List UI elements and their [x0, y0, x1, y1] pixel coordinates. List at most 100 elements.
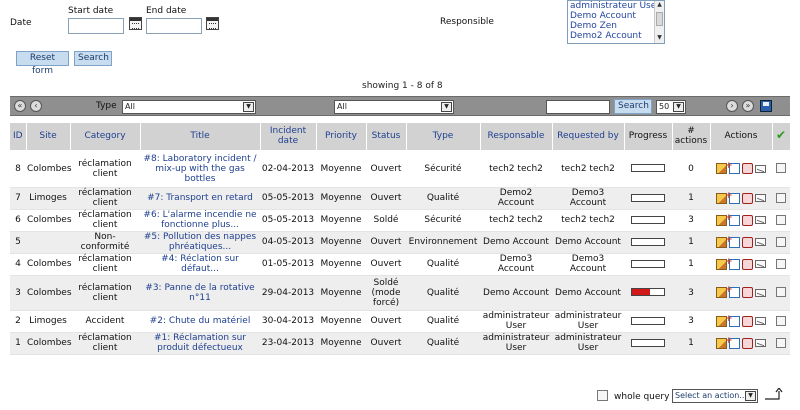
add-action-icon[interactable] [725, 314, 740, 327]
table-row[interactable]: 7 Limoges réclamation client #7: Transport … [10, 187, 790, 210]
mail-icon[interactable] [755, 216, 766, 224]
select-all-header[interactable]: ✔ [772, 123, 791, 151]
cell-actions [710, 209, 772, 232]
delete-icon[interactable] [742, 163, 753, 174]
cell-title[interactable]: #8: Laboratory incident / mix-up with th… [140, 150, 260, 188]
start-date-input[interactable] [68, 18, 124, 34]
delete-icon[interactable] [742, 236, 753, 248]
responsible-listbox[interactable]: administrateur User Demo Account Demo Ze… [567, 0, 665, 44]
cell-type: Sécurité [406, 209, 480, 232]
table-row[interactable]: 4 Colombes réclamation client #4: Réclation… [10, 253, 790, 276]
row-checkbox[interactable] [776, 287, 786, 298]
row-checkbox[interactable] [776, 163, 786, 174]
col-header-id[interactable]: ID [10, 123, 27, 151]
delete-icon[interactable] [742, 337, 753, 349]
cell-requested-by: Demo3 Account [552, 187, 624, 210]
chevron-down-icon[interactable]: ▼ [745, 391, 756, 401]
row-checkbox[interactable] [776, 214, 786, 225]
table-row[interactable]: 5 Non-conformité #5: Pollution des nappes … [10, 231, 790, 254]
responsible-option[interactable]: Demo2 Account [568, 31, 664, 41]
first-page-icon[interactable]: « [14, 100, 26, 112]
mail-icon[interactable] [755, 339, 766, 347]
bulk-action-select[interactable]: Select an action... ▼ [672, 389, 758, 403]
responsible-option[interactable]: Demo Zen [568, 21, 664, 31]
cell-responsable: Demo3 Account [480, 253, 552, 276]
toolbar-search-button[interactable]: Search [614, 99, 652, 114]
table-row[interactable]: 3 Colombes réclamation client #3: Panne de … [10, 275, 790, 311]
type-select[interactable]: All ▼ [122, 100, 256, 114]
cell-incident-date: 01-05-2013 [260, 253, 316, 276]
row-checkbox[interactable] [776, 337, 786, 348]
scroll-down-icon[interactable]: ▼ [655, 34, 664, 43]
save-icon[interactable] [760, 100, 772, 112]
prev-page-icon[interactable]: ‹ [30, 100, 42, 112]
col-header-category[interactable]: Category [70, 123, 141, 151]
search-button[interactable]: Search [74, 51, 112, 66]
add-action-icon[interactable] [725, 161, 740, 174]
col-header-status[interactable]: Status [366, 123, 407, 151]
chevron-down-icon[interactable]: ▼ [441, 102, 452, 112]
responsible-scrollbar[interactable]: ▲ ▼ [654, 1, 664, 43]
delete-icon[interactable] [742, 258, 753, 270]
cell-title[interactable]: #4: Réclation sur défaut... [140, 253, 260, 276]
end-date-input[interactable] [146, 18, 202, 34]
col-header-responsable[interactable]: Responsable [480, 123, 553, 151]
scroll-up-icon[interactable]: ▲ [655, 1, 664, 10]
col-header-title[interactable]: Title [140, 123, 261, 151]
last-page-icon[interactable]: » [742, 100, 754, 112]
cell-requested-by: Demo Account [552, 275, 624, 311]
col-header-incident-date[interactable]: Incident date [260, 123, 317, 151]
table-row[interactable]: 6 Colombes réclamation client #6: L'alarme … [10, 209, 790, 232]
table-row[interactable]: 1 Colombes réclamation client #1: Réclamati… [10, 332, 790, 355]
mail-icon[interactable] [755, 288, 766, 297]
col-header-requested-by[interactable]: Requested by [552, 123, 625, 151]
cell-incident-date: 02-04-2013 [260, 150, 316, 188]
scroll-thumb[interactable] [656, 12, 663, 26]
responsible-option[interactable]: administrateur User [568, 1, 664, 11]
apply-arrow-icon[interactable] [764, 388, 784, 400]
mail-icon[interactable] [755, 260, 766, 268]
mail-icon[interactable] [755, 317, 766, 325]
secondary-filter-select[interactable]: All ▼ [334, 100, 454, 114]
delete-icon[interactable] [742, 315, 753, 327]
page-size-select[interactable]: 50 ▼ [656, 100, 686, 114]
cell-title[interactable]: #6: L'alarme incendie ne fonctionne plus… [140, 209, 260, 232]
col-header-actions: Actions [710, 123, 773, 151]
cell-title[interactable]: #2: Chute du matériel [140, 310, 260, 333]
mail-icon[interactable] [755, 238, 766, 246]
responsible-option[interactable]: Demo Account [568, 11, 664, 21]
row-checkbox[interactable] [776, 192, 786, 203]
add-action-icon[interactable] [725, 235, 740, 248]
cell-title[interactable]: #7: Transport en retard [140, 187, 260, 210]
mail-icon[interactable] [755, 164, 766, 173]
row-checkbox[interactable] [776, 258, 786, 269]
add-action-icon[interactable] [725, 257, 740, 270]
start-calendar-icon[interactable] [129, 17, 142, 30]
whole-query-checkbox[interactable] [597, 390, 608, 401]
add-action-icon[interactable] [725, 285, 740, 298]
col-header-site[interactable]: Site [26, 123, 71, 151]
end-calendar-icon[interactable] [206, 17, 219, 30]
cell-title[interactable]: #1: Réclamation sur produit défectueux [140, 332, 260, 355]
delete-icon[interactable] [742, 214, 753, 226]
add-action-icon[interactable] [725, 191, 740, 204]
add-action-icon[interactable] [725, 336, 740, 349]
chevron-down-icon[interactable]: ▼ [243, 102, 254, 112]
row-checkbox[interactable] [776, 315, 786, 326]
add-action-icon[interactable] [725, 213, 740, 226]
cell-title[interactable]: #3: Panne de la rotative n°11 [140, 275, 260, 311]
table-row[interactable]: 8 Colombes réclamation client #8: Laborator… [10, 150, 790, 188]
row-checkbox[interactable] [776, 236, 786, 247]
toolbar-search-input[interactable] [546, 100, 610, 114]
reset-form-button[interactable]: Reset form [16, 51, 69, 76]
col-header-priority[interactable]: Priority [316, 123, 367, 151]
check-icon[interactable]: ✔ [776, 128, 786, 142]
next-page-icon[interactable]: › [726, 100, 738, 112]
chevron-down-icon[interactable]: ▼ [673, 102, 684, 112]
cell-title[interactable]: #5: Pollution des nappes phréatiques... [140, 231, 260, 254]
col-header-type[interactable]: Type [406, 123, 481, 151]
table-row[interactable]: 2 Limoges Accident #2: Chute du matériel 30-… [10, 310, 790, 333]
delete-icon[interactable] [742, 192, 753, 204]
mail-icon[interactable] [755, 194, 766, 202]
delete-icon[interactable] [742, 287, 753, 298]
